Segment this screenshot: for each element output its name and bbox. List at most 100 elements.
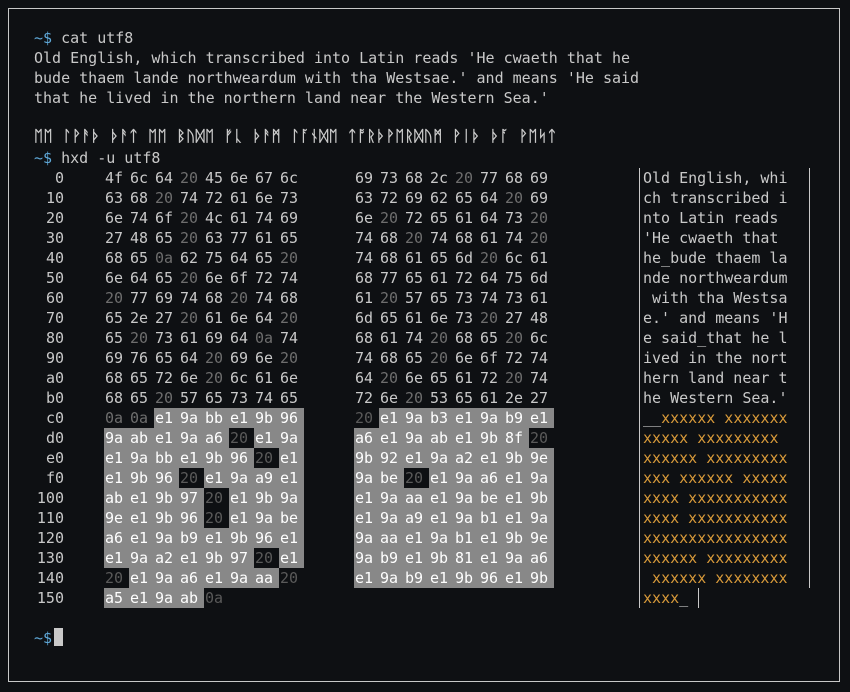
command-line-3[interactable]: ~$	[34, 628, 64, 648]
hex-byte: e1	[105, 469, 124, 487]
hex-byte: 6e	[205, 269, 224, 287]
hex-byte: 9a	[530, 469, 549, 487]
hex-byte: 69	[530, 169, 549, 187]
hex-byte: e1	[430, 489, 449, 507]
hex-byte: 9a	[155, 569, 174, 587]
hex-byte: 9b	[255, 489, 274, 507]
hex-byte: 74	[355, 229, 374, 247]
hex-byte: 20	[180, 269, 199, 287]
hex-byte: e1	[380, 429, 399, 447]
hex-byte: 65	[130, 369, 149, 387]
ascii-column-row: xxxx xxxxxxxxxxx	[643, 489, 788, 507]
hex-byte: e1	[130, 589, 149, 607]
hex-byte: 6e	[255, 189, 274, 207]
ascii-column-row: e said_that he l	[643, 329, 788, 347]
hex-offset: f0	[45, 469, 64, 487]
ascii-column-border	[639, 168, 640, 608]
hex-byte: e1	[180, 549, 199, 567]
ascii-column-row: xxxxxxxxxxxxxxxx	[643, 529, 788, 547]
hex-byte: 0a	[255, 329, 274, 347]
hex-byte: e1	[155, 409, 174, 427]
hex-byte: 96	[280, 409, 299, 427]
hex-byte: 6c	[280, 169, 299, 187]
hex-byte: 72	[205, 189, 224, 207]
hex-byte: 0a	[205, 589, 224, 607]
hex-byte: 20	[205, 509, 224, 527]
hex-byte: 74	[405, 329, 424, 347]
hex-byte: be	[380, 469, 399, 487]
hex-byte: e1	[280, 469, 299, 487]
hex-byte: 20	[205, 349, 224, 367]
ascii-column-border	[698, 588, 699, 608]
hex-byte: 9a	[230, 469, 249, 487]
hex-byte: 20	[505, 369, 524, 387]
hex-byte: 20	[430, 349, 449, 367]
hex-byte: 74	[355, 349, 374, 367]
hex-byte: 20	[505, 189, 524, 207]
hex-byte: 65	[480, 329, 499, 347]
hex-byte: 68	[205, 289, 224, 307]
hex-byte: 65	[280, 389, 299, 407]
hex-byte: 96	[155, 469, 174, 487]
prompt: ~$	[34, 629, 53, 647]
hex-byte: a6	[205, 429, 224, 447]
hex-byte: 61	[530, 249, 549, 267]
hex-byte: e1	[280, 529, 299, 547]
hex-byte: 64	[480, 209, 499, 227]
hex-byte: e1	[430, 569, 449, 587]
hex-byte: 73	[455, 309, 474, 327]
hex-byte: 74	[505, 229, 524, 247]
hex-byte: aa	[405, 489, 424, 507]
hex-byte: e1	[280, 449, 299, 467]
hex-byte: 6d	[530, 269, 549, 287]
hex-byte: 9a	[130, 549, 149, 567]
hex-byte: 20	[405, 229, 424, 247]
hex-byte: 9b	[530, 569, 549, 587]
hex-byte: 20	[530, 229, 549, 247]
hex-byte: 9a	[355, 549, 374, 567]
hex-byte: 64	[255, 309, 274, 327]
ascii-column-border	[809, 168, 810, 588]
hex-byte: e1	[280, 549, 299, 567]
hex-byte: 64	[355, 369, 374, 387]
hex-offset: 150	[36, 589, 64, 607]
hex-byte: a2	[455, 449, 474, 467]
hex-byte: 20	[180, 209, 199, 227]
hex-byte: 6c	[230, 369, 249, 387]
hex-byte: 20	[130, 329, 149, 347]
hex-byte: 0a	[155, 249, 174, 267]
hex-byte: 20	[105, 289, 124, 307]
hex-byte: 9a	[355, 469, 374, 487]
hex-byte: 61	[455, 369, 474, 387]
hex-byte: 68	[355, 269, 374, 287]
hex-byte: 73	[505, 289, 524, 307]
hex-offset: 70	[45, 309, 64, 327]
hex-byte: 9a	[180, 409, 199, 427]
hex-byte: 62	[180, 249, 199, 267]
hex-byte: 97	[230, 549, 249, 567]
hex-byte: 75	[505, 269, 524, 287]
hex-byte: e1	[405, 549, 424, 567]
terminal-window[interactable]: ~$ cat utf8 Old English, which transcrib…	[8, 8, 840, 682]
hex-byte: 74	[280, 269, 299, 287]
hex-offset: 80	[45, 329, 64, 347]
hex-byte: 20	[205, 369, 224, 387]
hex-byte: 68	[455, 229, 474, 247]
hex-offset: 130	[36, 549, 64, 567]
hex-byte: 6e	[380, 389, 399, 407]
hex-byte: e1	[355, 509, 374, 527]
hex-byte: 20	[280, 349, 299, 367]
hex-byte: b9	[180, 529, 199, 547]
ascii-column-row: he_bude thaem la	[643, 249, 788, 267]
hex-byte: 72	[455, 269, 474, 287]
hex-byte: e1	[205, 469, 224, 487]
hex-byte: 20	[255, 549, 274, 567]
hex-byte: e1	[430, 509, 449, 527]
hex-byte: 68	[405, 169, 424, 187]
ascii-column-row: xxx xxxxxx xxxxx	[643, 469, 788, 487]
hex-byte: 61	[355, 289, 374, 307]
hex-byte: 68	[455, 329, 474, 347]
hex-byte: 9b	[430, 549, 449, 567]
command-text: hxd -u utf8	[52, 149, 161, 167]
hex-byte: 9b	[505, 529, 524, 547]
